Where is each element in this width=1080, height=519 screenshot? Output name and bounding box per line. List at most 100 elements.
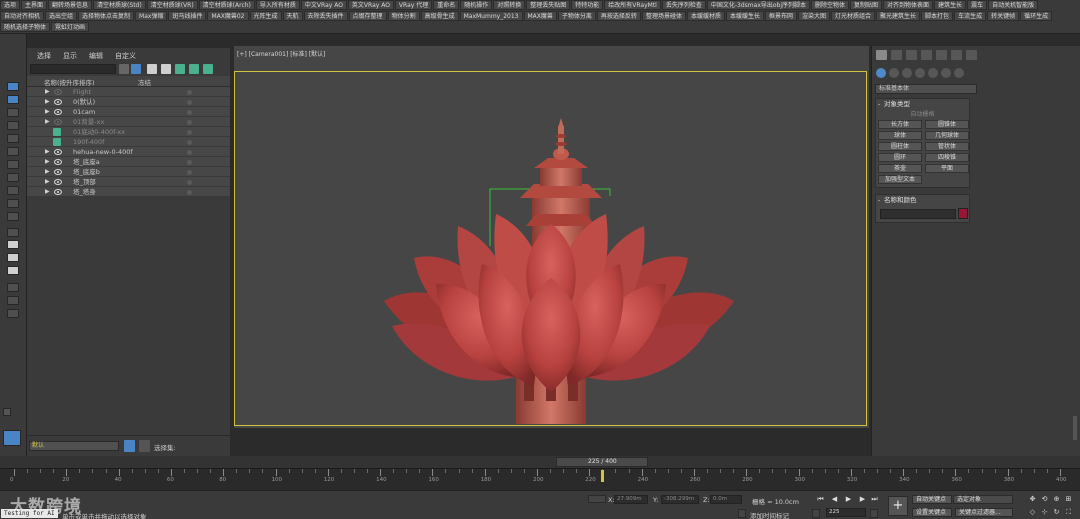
zoom-icon[interactable]: ⊕: [1052, 495, 1061, 503]
script-button[interactable]: 主界面: [21, 0, 48, 10]
utilities-tab-icon[interactable]: [951, 50, 962, 60]
cameras-icon[interactable]: [915, 68, 925, 78]
layer-row[interactable]: ▶ 0(默认): [27, 97, 230, 107]
display-none-icon[interactable]: [7, 95, 19, 104]
motion-tab-icon[interactable]: [921, 50, 932, 60]
explorer-search-input[interactable]: [30, 64, 116, 74]
add-time-tag[interactable]: 添加时间标记: [750, 510, 789, 519]
column-name[interactable]: 名称(按升序排序): [44, 77, 95, 87]
filter-icon[interactable]: [7, 283, 19, 292]
script-button[interactable]: VRay 代理: [394, 0, 433, 10]
name-color-title[interactable]: 名称和颜色: [876, 195, 969, 206]
x-coord-field[interactable]: 27.909m: [614, 495, 648, 504]
object-name-input[interactable]: [880, 209, 956, 219]
script-button[interactable]: 自动对齐相机: [0, 11, 45, 21]
script-button[interactable]: 随机选择子物体: [0, 22, 51, 32]
layer-row[interactable]: ▶ 01cam: [27, 107, 230, 117]
script-button[interactable]: 本缓缓生长: [725, 11, 764, 21]
layer-row[interactable]: 190f-400f: [27, 137, 230, 147]
visibility-eye-icon[interactable]: [54, 99, 62, 105]
modify-tab-icon[interactable]: [891, 50, 902, 60]
display-geometry-icon[interactable]: [7, 108, 19, 117]
zoom-all-icon[interactable]: ⊞: [1064, 495, 1073, 503]
sort-icon[interactable]: [7, 253, 19, 262]
panel-scrollbar[interactable]: [1073, 416, 1077, 440]
script-button[interactable]: 循环生成: [1020, 11, 1053, 21]
script-button[interactable]: 天航: [282, 11, 303, 21]
display-xrefs-icon[interactable]: [7, 199, 19, 208]
menu-customize[interactable]: 自定义: [115, 51, 136, 62]
freeze-toggle-icon[interactable]: [187, 100, 192, 105]
freeze-toggle-icon[interactable]: [187, 150, 192, 155]
script-button[interactable]: 清空材质球(VR): [146, 0, 198, 10]
goto-start-icon[interactable]: ⏮: [816, 495, 825, 503]
display-bones-icon[interactable]: [7, 212, 19, 221]
visibility-eye-icon[interactable]: [54, 119, 62, 125]
goto-end-icon[interactable]: ⏭: [870, 495, 879, 503]
script-button[interactable]: 选项: [0, 0, 21, 10]
expand-arrow-icon[interactable]: ▶: [45, 157, 50, 167]
visibility-eye-icon[interactable]: [54, 149, 62, 155]
container-icon[interactable]: [7, 266, 19, 275]
script-button[interactable]: 对照转换: [493, 0, 526, 10]
script-button[interactable]: 导入所有材质: [255, 0, 300, 10]
shapes-icon[interactable]: [889, 68, 899, 78]
visibility-eye-icon[interactable]: [54, 159, 62, 165]
spacewarps-icon[interactable]: [941, 68, 951, 78]
create-object-button[interactable]: 四棱锥: [925, 153, 969, 162]
freeze-toggle-icon[interactable]: [187, 190, 192, 195]
z-coord-field[interactable]: 0.0m: [710, 495, 742, 504]
script-button[interactable]: 自动关机智能版: [988, 0, 1039, 10]
script-button[interactable]: 对齐到物体表面: [883, 0, 934, 10]
display-shapes-icon[interactable]: [7, 121, 19, 130]
script-button[interactable]: 删除空物体: [811, 0, 850, 10]
expand-arrow-icon[interactable]: ▶: [45, 97, 50, 107]
script-button[interactable]: 子物体分离: [557, 11, 596, 21]
layer-row[interactable]: ▶ Flight: [27, 87, 230, 97]
lotus-pagoda-model[interactable]: [234, 46, 867, 426]
script-button[interactable]: 丢失序列检查: [661, 0, 706, 10]
expand-arrow-icon[interactable]: ▶: [45, 177, 50, 187]
script-button[interactable]: 特特功能: [571, 0, 604, 10]
script-button[interactable]: 中文VRay AO: [300, 0, 347, 10]
freeze-toggle-icon[interactable]: [187, 140, 192, 145]
script-button[interactable]: 给改所有VRayMtl: [604, 0, 661, 10]
set-key-button[interactable]: 设置关键点: [912, 508, 952, 517]
script-button[interactable]: 随机操作: [460, 0, 493, 10]
create-object-button[interactable]: 管状体: [925, 142, 969, 151]
visibility-eye-icon[interactable]: [54, 179, 62, 185]
script-button[interactable]: 再按选择反转: [596, 11, 641, 21]
script-button[interactable]: 本缓缓材质: [686, 11, 725, 21]
autogrid-checkbox[interactable]: 自动栅格: [876, 110, 969, 119]
create-tab-icon[interactable]: [876, 50, 887, 60]
script-button[interactable]: 整理场景碰体: [641, 11, 686, 21]
layer-merge-icon[interactable]: [203, 64, 213, 74]
layer-row[interactable]: ▶ 塔_底座b: [27, 167, 230, 177]
select-highlight-icon[interactable]: [147, 64, 157, 74]
script-button[interactable]: 震车: [967, 0, 988, 10]
script-button[interactable]: 去除丢失插件: [303, 11, 348, 21]
layer-row[interactable]: ▶ 01背景-xx: [27, 117, 230, 127]
script-button[interactable]: MaxMummy_2013: [459, 11, 523, 21]
layer-row[interactable]: ▶ 塔_底座a: [27, 157, 230, 167]
script-button[interactable]: 重命名: [433, 0, 460, 10]
layer-row[interactable]: 01底动0-400f-xx: [27, 127, 230, 137]
expand-arrow-icon[interactable]: ▶: [45, 147, 50, 157]
y-coord-field[interactable]: -308.299m: [661, 495, 699, 504]
visibility-eye-icon[interactable]: [54, 89, 62, 95]
script-button[interactable]: 聚光建筑生长: [876, 11, 921, 21]
layer-stack-icon[interactable]: [189, 64, 199, 74]
script-button[interactable]: 选出空组: [45, 11, 78, 21]
script-button[interactable]: 物体分割: [387, 11, 420, 21]
fov-icon[interactable]: ◇: [1028, 508, 1037, 516]
script-button[interactable]: 灯光材质组合: [831, 11, 876, 21]
find-icon[interactable]: [119, 64, 129, 74]
add-layer-icon[interactable]: [161, 64, 171, 74]
script-button[interactable]: Max弹缩: [135, 11, 168, 21]
select-objects-icon[interactable]: [7, 82, 19, 91]
geometry-icon[interactable]: [876, 68, 886, 78]
script-button[interactable]: 高级骨生成: [420, 11, 459, 21]
create-object-button[interactable]: 球体: [878, 131, 922, 140]
script-button[interactable]: 复制贴图: [850, 0, 883, 10]
visibility-eye-icon[interactable]: [54, 109, 62, 115]
